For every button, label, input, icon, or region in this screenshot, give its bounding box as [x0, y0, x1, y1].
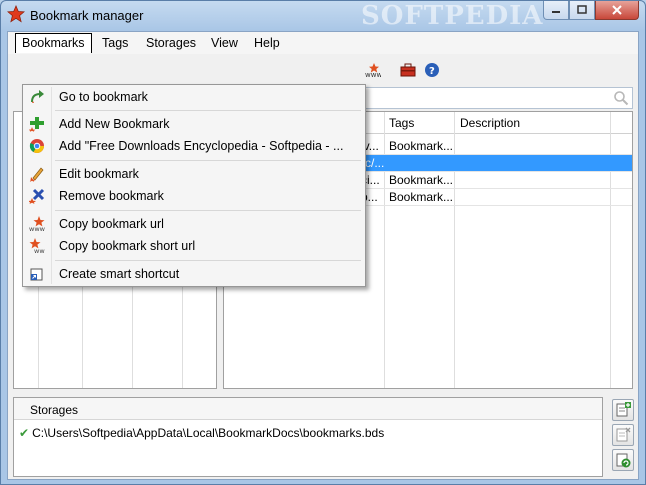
add-storage-button[interactable]	[612, 399, 634, 421]
bookmarks-menu-dropdown: Go to bookmark Add New Bookmark Add "Fre…	[22, 84, 366, 287]
toolbar-help-button[interactable]: ?	[422, 60, 442, 80]
edit-pencil-icon	[29, 167, 44, 182]
copy-url-icon: www	[29, 216, 45, 232]
maximize-button[interactable]	[569, 1, 595, 20]
help-icon: ?	[425, 63, 439, 77]
sync-storage-icon	[616, 453, 631, 468]
tags-cell: Bookmark...	[389, 190, 454, 204]
menu-bar: Bookmarks Tags Storages View Help	[8, 32, 638, 54]
svg-text:ww: ww	[34, 247, 45, 254]
column-header-description[interactable]: Description	[460, 116, 520, 130]
storage-item[interactable]: ✔ C:\Users\Softpedia\AppData\Local\Bookma…	[19, 426, 384, 440]
menu-separator	[55, 160, 361, 161]
maximize-icon	[577, 5, 587, 14]
remove-storage-icon	[616, 427, 631, 442]
close-icon	[612, 5, 622, 15]
menu-item-remove-bookmark[interactable]: Remove bookmark	[25, 185, 363, 207]
menu-tags[interactable]: Tags	[95, 33, 135, 53]
storage-path: C:\Users\Softpedia\AppData\Local\Bookmar…	[32, 426, 385, 440]
close-button[interactable]	[595, 1, 639, 20]
menu-item-label: Remove bookmark	[59, 189, 164, 203]
menu-item-label: Copy bookmark url	[59, 217, 164, 231]
menu-item-create-smart-shortcut[interactable]: Create smart shortcut	[25, 263, 363, 285]
title-bar[interactable]: Bookmark manager SOFTPEDIA	[1, 1, 645, 31]
menu-separator	[55, 110, 361, 111]
chrome-icon	[29, 139, 44, 153]
menu-item-add-current-page[interactable]: Add "Free Downloads Encyclopedia - Softp…	[25, 135, 363, 157]
menu-item-label: Add New Bookmark	[59, 117, 170, 131]
menu-item-copy-bookmark-url[interactable]: www Copy bookmark url	[25, 213, 363, 235]
app-window: Bookmark manager SOFTPEDIA Bookmarks Tag…	[0, 0, 646, 485]
add-icon	[29, 117, 44, 132]
check-icon: ✔	[19, 426, 30, 440]
window-title: Bookmark manager	[30, 8, 144, 23]
svg-text:?: ?	[429, 66, 435, 77]
toolbox-icon	[400, 63, 416, 77]
menu-bookmarks[interactable]: Bookmarks	[15, 33, 92, 53]
menu-help[interactable]: Help	[247, 33, 287, 53]
column-header-tags[interactable]: Tags	[389, 116, 414, 130]
toolbar-storage-button[interactable]	[398, 60, 418, 80]
sync-storage-button[interactable]	[612, 449, 634, 471]
add-storage-icon	[616, 402, 631, 417]
storages-panel[interactable]: Storages ✔ C:\Users\Softpedia\AppData\Loc…	[13, 397, 603, 477]
menu-storages[interactable]: Storages	[139, 33, 203, 53]
menu-separator	[55, 260, 361, 261]
menu-item-copy-bookmark-short-url[interactable]: ww Copy bookmark short url	[25, 235, 363, 257]
menu-separator	[55, 210, 361, 211]
client-area: Bookmarks Tags Storages View Help www ?	[7, 31, 639, 480]
shortcut-icon	[30, 268, 43, 281]
menu-item-label: Copy bookmark short url	[59, 239, 196, 253]
go-arrow-icon	[31, 90, 44, 103]
menu-item-label: Add "Free Downloads Encyclopedia - Softp…	[59, 139, 344, 153]
menu-item-edit-bookmark[interactable]: Edit bookmark	[25, 163, 363, 185]
remove-storage-button[interactable]	[612, 424, 634, 446]
svg-text:www: www	[29, 225, 45, 232]
toolbar-copy-url-button[interactable]: www	[363, 60, 383, 80]
caption-buttons	[543, 1, 639, 21]
menu-item-add-new-bookmark[interactable]: Add New Bookmark	[25, 113, 363, 135]
tags-cell: Bookmark...	[389, 139, 454, 153]
minimize-button[interactable]	[543, 1, 569, 20]
svg-text:www: www	[365, 71, 381, 78]
menu-item-label: Go to bookmark	[59, 90, 148, 104]
storages-header-label: Storages	[30, 403, 79, 417]
menu-item-label: Edit bookmark	[59, 167, 139, 181]
watermark: SOFTPEDIA	[361, 1, 544, 31]
minimize-icon	[552, 11, 560, 13]
menu-item-go-to-bookmark[interactable]: Go to bookmark	[25, 86, 363, 108]
menu-item-label: Create smart shortcut	[59, 267, 180, 281]
storages-header: Storages	[14, 398, 602, 420]
copy-url-icon: www	[365, 63, 381, 78]
star-app-icon	[7, 5, 25, 23]
remove-icon	[29, 188, 45, 204]
copy-short-url-icon: ww	[29, 238, 45, 254]
menu-view[interactable]: View	[204, 33, 245, 53]
toolbar: www ?	[8, 56, 638, 84]
tags-cell: Bookmark...	[389, 173, 454, 187]
search-icon[interactable]	[613, 90, 629, 106]
